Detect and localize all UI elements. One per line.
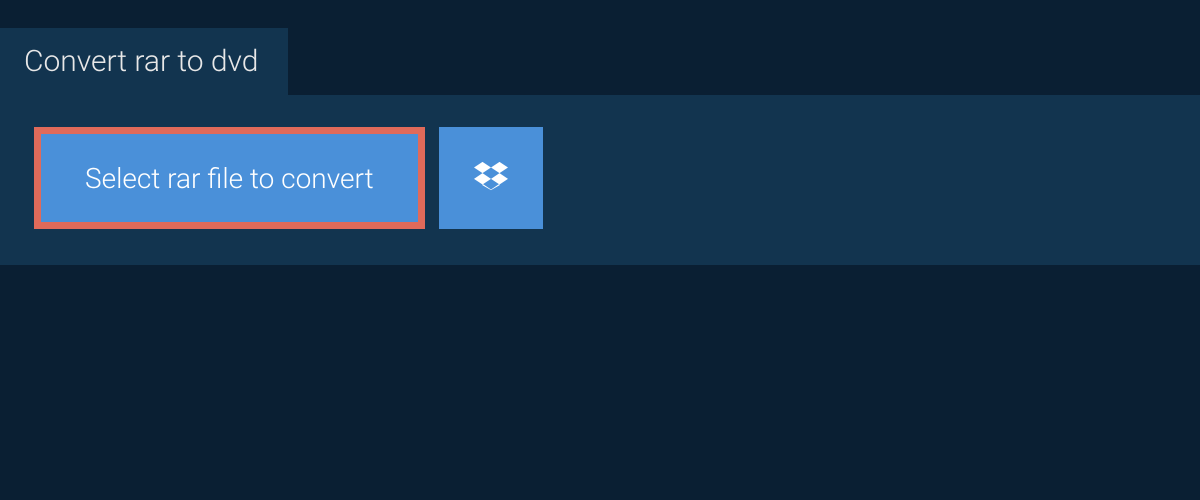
- converter-panel: Select rar file to convert: [0, 95, 1200, 265]
- button-row: Select rar file to convert: [34, 127, 1166, 229]
- select-file-button[interactable]: Select rar file to convert: [34, 127, 425, 229]
- dropbox-icon: [474, 159, 508, 197]
- tab-label: Convert rar to dvd: [24, 44, 258, 79]
- tab-convert[interactable]: Convert rar to dvd: [0, 28, 288, 95]
- select-file-label: Select rar file to convert: [85, 162, 374, 195]
- dropbox-button[interactable]: [439, 127, 543, 229]
